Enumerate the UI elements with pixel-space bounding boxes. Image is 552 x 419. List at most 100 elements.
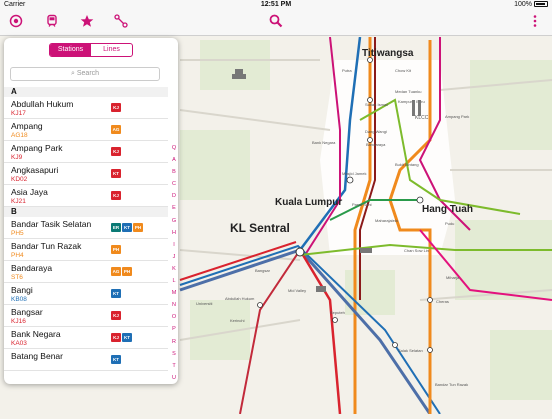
map-label-kerinchi[interactable]: Kerinchi [230, 318, 245, 323]
station-row[interactable]: Ampang ParkKJ9 KJ [4, 141, 168, 163]
station-row[interactable]: Asia JayaKJ21KJ [4, 185, 168, 207]
map-label-kl-sentral[interactable]: KL Sentral [230, 221, 290, 235]
map-label-bukit-bintang[interactable]: Bukit Bintang [395, 162, 419, 167]
map-label-salak-selatan[interactable]: Salak Selatan [398, 348, 423, 353]
alphabet-index[interactable]: QABCDEGHIJKLMNOPRSTUW [169, 142, 178, 384]
line-badges: AG [111, 125, 121, 134]
map-label-hang-tuah[interactable]: Hang Tuah [422, 204, 473, 215]
station-name: Angkasapuri [11, 165, 58, 175]
line-badge: KT [111, 289, 121, 298]
index-letter[interactable]: H [169, 227, 178, 239]
index-letter[interactable]: C [169, 178, 178, 190]
section-header: A [4, 87, 168, 97]
map-label-mid-valley[interactable]: Mid Valley [288, 288, 306, 293]
index-letter[interactable]: U [169, 372, 178, 384]
map-label-cheras[interactable]: Cheras [436, 299, 449, 304]
station-row[interactable]: BangsarKJ16KJ [4, 305, 168, 327]
line-badges: KJ [111, 103, 121, 112]
station-code: KJ9 [11, 154, 22, 161]
index-letter[interactable]: I [169, 239, 178, 251]
station-row[interactable]: Bandar Tasik SelatanPH5ERKTPH [4, 217, 168, 239]
line-badge: KT [122, 223, 132, 232]
line-badge: PH [133, 223, 143, 232]
station-code: ST6 [11, 274, 23, 281]
tab-stations[interactable]: Stations [50, 44, 91, 56]
station-name: Ampang Park [11, 143, 63, 153]
map-label-sultan-ismail[interactable]: Sultan Ismail [365, 102, 388, 107]
station-code: KJ21 [11, 198, 26, 205]
map-label-bandaraya[interactable]: Bandaraya [366, 142, 386, 147]
station-row[interactable]: Bandar Tun RazakPH4 PH [4, 239, 168, 261]
map-label-dang-wangi[interactable]: Dang Wangi [365, 129, 387, 134]
station-code: KB08 [11, 296, 27, 303]
map-label-bank-negara[interactable]: Bank Negara [312, 140, 336, 145]
map-label-kuala-lumpur[interactable]: Kuala Lumpur [275, 197, 342, 208]
map-label-putra[interactable]: Putra [342, 68, 352, 73]
index-letter[interactable]: B [169, 166, 178, 178]
station-search-input[interactable]: ⌕Search [10, 67, 160, 81]
index-letter[interactable]: O [169, 311, 178, 323]
station-code: KD02 [11, 176, 27, 183]
map-label-universiti[interactable]: Universiti [196, 301, 213, 306]
station-row[interactable]: AngkasapuriKD02KT [4, 163, 168, 185]
more-button[interactable] [525, 13, 545, 33]
map-label-pudu[interactable]: Pudu [445, 221, 454, 226]
index-letter[interactable]: T [169, 360, 178, 372]
map-label-bangsar[interactable]: Bangsar [255, 268, 271, 273]
station-name: Bandaraya [11, 263, 52, 273]
station-row[interactable]: Bank NegaraKA03 KJKT [4, 327, 168, 349]
line-badge: KJ [111, 147, 121, 156]
station-code: PH4 [11, 252, 24, 259]
index-letter[interactable]: N [169, 299, 178, 311]
line-badge: KT [122, 333, 132, 342]
index-letter[interactable]: M [169, 287, 178, 299]
line-badge: KJ [111, 191, 121, 200]
station-row[interactable]: BandarayaST6AGPH [4, 261, 168, 283]
stations-button[interactable] [42, 13, 62, 33]
station-row[interactable]: AmpangAG18AG [4, 119, 168, 141]
index-letter[interactable]: P [169, 323, 178, 335]
map-label-bandar-tun-razak[interactable]: Bandar Tun Razak [435, 382, 468, 387]
map-label-ampang-park[interactable]: Ampang Park [445, 114, 469, 119]
line-badge: PH [122, 267, 132, 276]
favorites-button[interactable] [77, 13, 97, 33]
line-badges: PH [111, 245, 121, 254]
index-letter[interactable]: L [169, 275, 178, 287]
index-letter[interactable]: S [169, 348, 178, 360]
map-label-pasar-seni[interactable]: Pasar Seni [352, 202, 372, 207]
line-badge: KJ [111, 333, 121, 342]
map-label-klcc[interactable]: KLCC [415, 115, 429, 121]
route-icon [114, 14, 128, 28]
line-badge: KT [111, 355, 121, 364]
index-letter[interactable]: J [169, 251, 178, 263]
map-label-abdullah-hukum[interactable]: Abdullah Hukum [225, 296, 255, 301]
index-letter[interactable]: R [169, 336, 178, 348]
station-list[interactable]: AAbdullah HukumKJ17KJAmpangAG18AGAmpang … [4, 87, 168, 384]
map-label-miharja[interactable]: Miharja [446, 275, 460, 280]
search-button[interactable] [266, 13, 286, 33]
index-letter[interactable]: A [169, 154, 178, 166]
tab-lines[interactable]: Lines [91, 44, 132, 56]
train-icon [45, 14, 59, 28]
station-row[interactable]: Abdullah HukumKJ17KJ [4, 97, 168, 119]
route-button[interactable] [111, 13, 131, 33]
station-name: Bank Negara [11, 329, 61, 339]
locate-button[interactable] [6, 13, 26, 33]
map-label-chan-sow-lin[interactable]: Chan Sow Lin [404, 248, 429, 253]
map-label-seputeh[interactable]: Seputeh [330, 310, 345, 315]
map-label-chow-kit[interactable]: Chow Kit [395, 68, 412, 73]
station-row[interactable]: Batang BenarKT [4, 349, 168, 371]
map-label-maharajalela[interactable]: Maharajalela [375, 218, 399, 223]
station-name: Bandar Tun Razak [11, 241, 81, 251]
index-letter[interactable]: Q [169, 142, 178, 154]
toolbar [0, 10, 552, 36]
map-label-medan-tuanku[interactable]: Medan Tuanku [395, 89, 421, 94]
map-label-titiwangsa[interactable]: Titiwangsa [362, 48, 414, 59]
index-letter[interactable]: E [169, 202, 178, 214]
map-label-masjid-jamek[interactable]: Masjid Jamek [342, 171, 366, 176]
index-letter[interactable]: D [169, 190, 178, 202]
station-code: KA03 [11, 340, 27, 347]
index-letter[interactable]: K [169, 263, 178, 275]
index-letter[interactable]: G [169, 215, 178, 227]
station-row[interactable]: BangiKB08KT [4, 283, 168, 305]
